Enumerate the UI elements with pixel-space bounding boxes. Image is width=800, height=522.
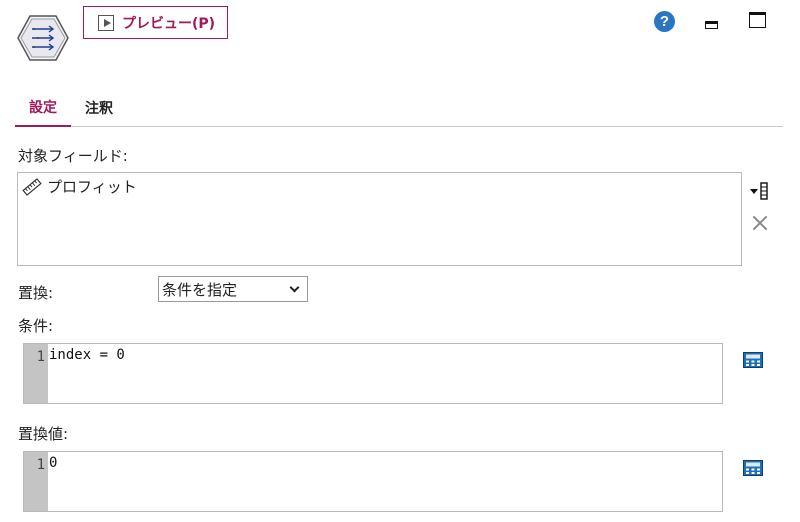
preview-button[interactable]: プレビュー(P) — [83, 6, 228, 39]
target-fields-label: 対象フィールド: — [18, 147, 128, 165]
replace-value-editor[interactable]: 1 0 — [23, 451, 723, 512]
minimize-icon[interactable] — [705, 21, 718, 29]
condition-code[interactable]: index = 0 — [49, 347, 125, 363]
delete-icon[interactable] — [752, 215, 768, 231]
maximize-icon[interactable] — [749, 12, 766, 28]
expression-builder-icon[interactable] — [743, 352, 763, 368]
expression-builder-icon[interactable] — [743, 460, 763, 476]
filler-node-icon — [17, 15, 69, 61]
list-item[interactable]: プロフィット — [22, 176, 137, 197]
line-number-gutter: 1 — [24, 452, 48, 511]
replace-label: 置換: — [18, 284, 54, 302]
preview-button-label: プレビュー(P) — [122, 15, 216, 32]
tab-annotations-label: 注釈 — [85, 100, 113, 117]
field-picker-icon[interactable] — [749, 181, 769, 201]
condition-editor[interactable]: 1 index = 0 — [23, 343, 723, 404]
tab-settings-label: 設定 — [29, 99, 57, 116]
play-icon — [98, 14, 114, 31]
tab-settings[interactable]: 設定 — [15, 88, 71, 127]
help-icon[interactable]: ? — [654, 11, 675, 32]
replace-value-label: 置換値: — [18, 425, 69, 443]
target-fields-list[interactable]: プロフィット — [17, 172, 742, 266]
chevron-down-icon — [289, 282, 300, 293]
replace-mode-value: 条件を指定 — [162, 280, 238, 299]
help-glyph: ? — [659, 13, 670, 30]
replace-value-code[interactable]: 0 — [49, 455, 57, 471]
tab-bar: 設定 注釈 — [15, 88, 783, 127]
field-name: プロフィット — [47, 178, 137, 196]
tab-annotations[interactable]: 注釈 — [77, 88, 121, 127]
ruler-icon — [22, 177, 42, 196]
replace-mode-select[interactable]: 条件を指定 — [158, 276, 308, 302]
condition-label: 条件: — [18, 317, 54, 335]
line-number-gutter: 1 — [24, 344, 48, 403]
